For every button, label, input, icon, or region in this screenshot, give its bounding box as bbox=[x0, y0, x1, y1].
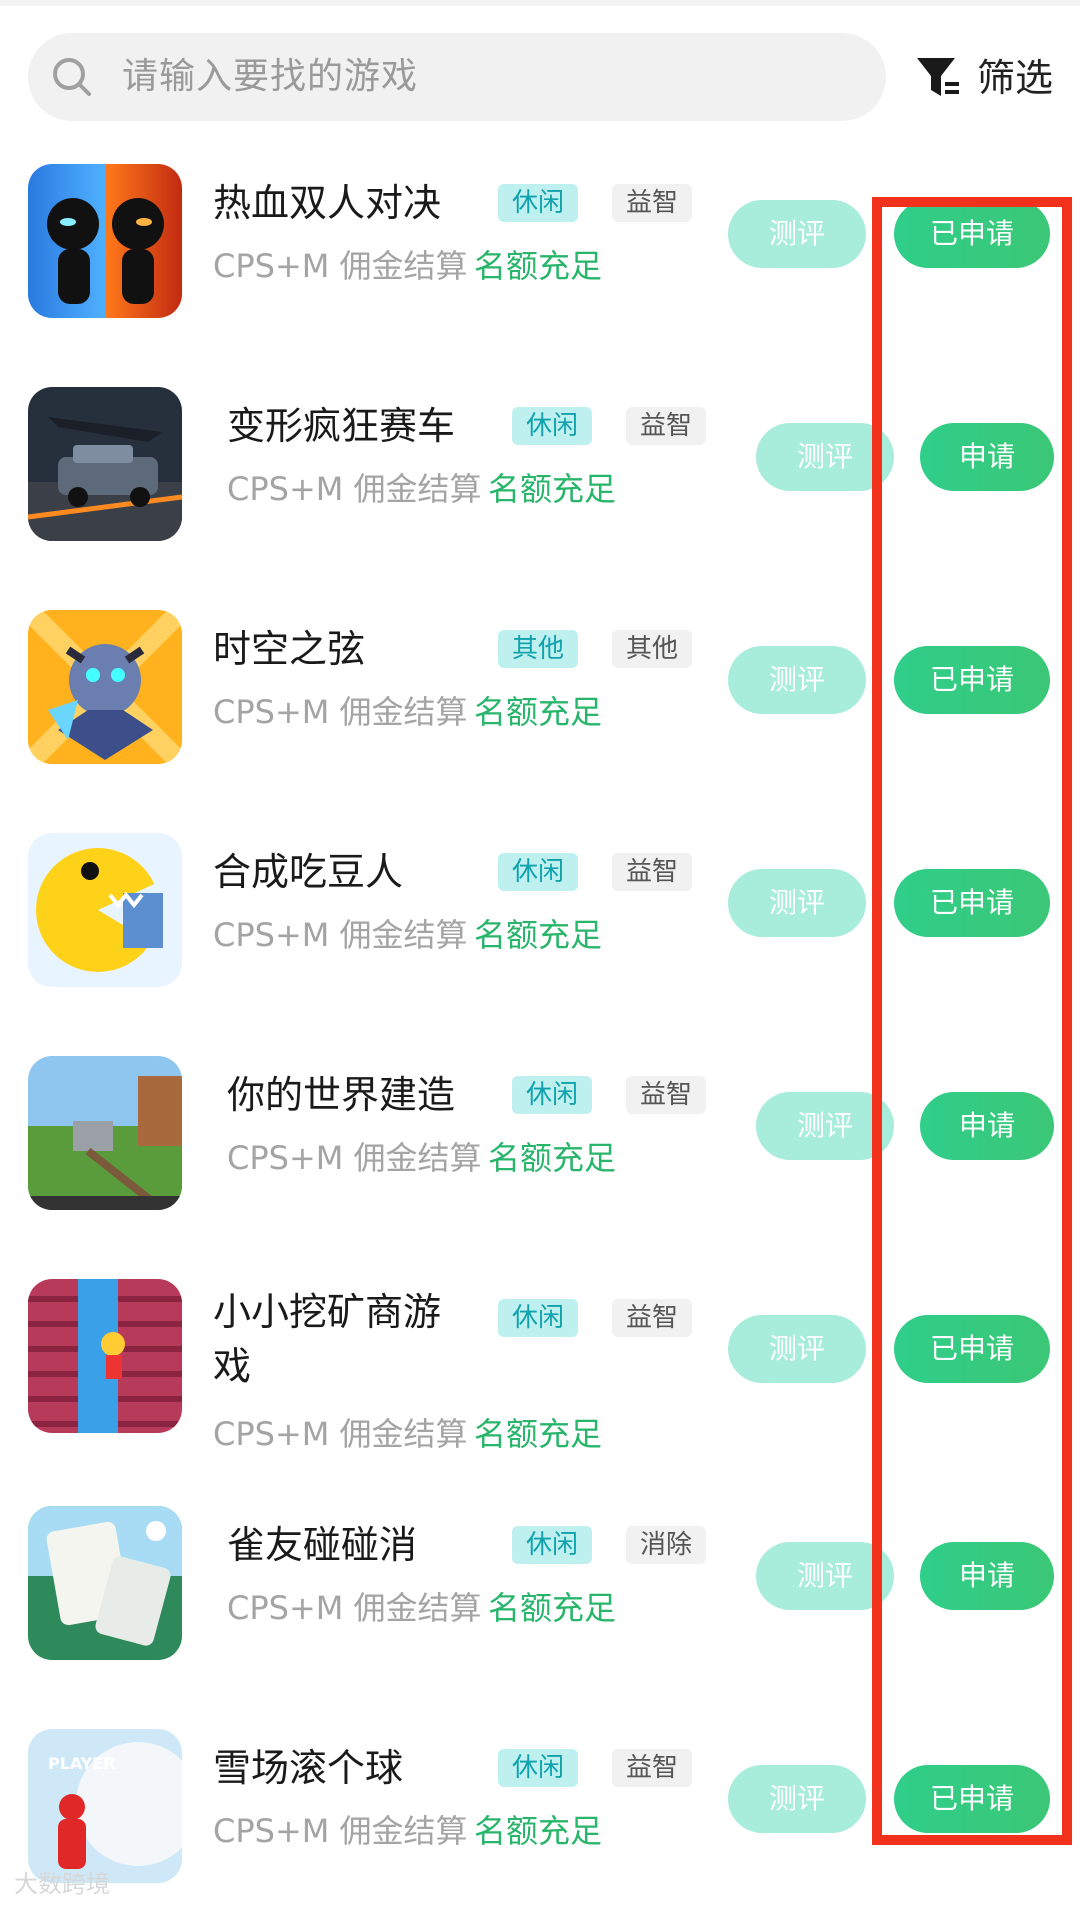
game-thumbnail[interactable]: PLAYER bbox=[28, 1729, 182, 1883]
tag-category: 益智 bbox=[612, 1299, 693, 1337]
review-button[interactable]: 测评 bbox=[728, 869, 866, 937]
game-thumbnail-image bbox=[28, 1506, 182, 1660]
quota-status: 名额充足 bbox=[474, 693, 603, 731]
quota-status: 名额充足 bbox=[488, 1139, 617, 1177]
game-thumbnail-image bbox=[28, 1279, 182, 1433]
settlement-text: CPS+M 佣金结算 bbox=[213, 693, 468, 731]
review-button[interactable]: 测评 bbox=[728, 1765, 866, 1833]
tag-genre: 休闲 bbox=[498, 184, 579, 222]
settlement-text: CPS+M 佣金结算 bbox=[213, 1812, 468, 1850]
tag-genre: 休闲 bbox=[512, 1076, 593, 1114]
tag-genre: 其他 bbox=[498, 630, 579, 668]
settlement-text: CPS+M 佣金结算 bbox=[227, 470, 482, 508]
tag-genre: 休闲 bbox=[498, 1299, 579, 1337]
tag-genre: 休闲 bbox=[512, 407, 593, 445]
filter-icon bbox=[917, 58, 959, 96]
search-placeholder: 请输入要找的游戏 bbox=[122, 56, 419, 97]
quota-status: 名额充足 bbox=[474, 247, 603, 285]
filter-label: 筛选 bbox=[977, 56, 1054, 100]
game-title-line2[interactable]: 戏 bbox=[213, 1341, 251, 1391]
game-thumbnail-image bbox=[28, 610, 182, 764]
tag-category: 益智 bbox=[612, 853, 693, 891]
settlement-text: CPS+M 佣金结算 bbox=[213, 247, 468, 285]
quota-status: 名额充足 bbox=[474, 916, 603, 954]
settlement-text: CPS+M 佣金结算 bbox=[227, 1139, 482, 1177]
review-button[interactable]: 测评 bbox=[728, 646, 866, 714]
game-title[interactable]: 雪场滚个球 bbox=[213, 1743, 403, 1793]
search-icon bbox=[53, 58, 91, 96]
quota-status: 名额充足 bbox=[474, 1415, 603, 1453]
tag-category: 消除 bbox=[626, 1526, 707, 1564]
game-list-page: 请输入要找的游戏 筛选 热血双人对决 休闲 益智 CPS+M 佣金结算 名额充足… bbox=[0, 0, 1080, 1906]
game-title[interactable]: 小小挖矿商游 bbox=[213, 1287, 441, 1337]
filter-button[interactable]: 筛选 bbox=[915, 50, 1065, 106]
svg-text:PLAYER: PLAYER bbox=[48, 1754, 116, 1773]
game-title[interactable]: 变形疯狂赛车 bbox=[227, 401, 455, 451]
game-title[interactable]: 热血双人对决 bbox=[213, 178, 441, 228]
quota-status: 名额充足 bbox=[488, 1589, 617, 1627]
game-thumbnail[interactable] bbox=[28, 610, 182, 764]
tag-category: 其他 bbox=[612, 630, 693, 668]
game-thumbnail-image: PLAYER bbox=[28, 1729, 182, 1883]
game-title[interactable]: 你的世界建造 bbox=[227, 1070, 455, 1120]
watermark: 大数跨境 bbox=[14, 1870, 110, 1898]
game-thumbnail[interactable] bbox=[28, 1279, 182, 1433]
top-divider bbox=[0, 0, 1080, 6]
game-thumbnail[interactable] bbox=[28, 1056, 182, 1210]
game-thumbnail-image bbox=[28, 833, 182, 987]
tag-category: 益智 bbox=[612, 184, 693, 222]
game-thumbnail[interactable] bbox=[28, 387, 182, 541]
tag-category: 益智 bbox=[626, 1076, 707, 1114]
game-title[interactable]: 雀友碰碰消 bbox=[227, 1520, 417, 1570]
review-button[interactable]: 测评 bbox=[728, 1315, 866, 1383]
game-thumbnail[interactable] bbox=[28, 164, 182, 318]
quota-status: 名额充足 bbox=[474, 1812, 603, 1850]
game-title[interactable]: 合成吃豆人 bbox=[213, 847, 403, 897]
tag-category: 益智 bbox=[612, 1749, 693, 1787]
tag-genre: 休闲 bbox=[498, 853, 579, 891]
highlight-annotation-box bbox=[872, 197, 1072, 1845]
game-thumbnail-image bbox=[28, 1056, 182, 1210]
game-thumbnail[interactable] bbox=[28, 833, 182, 987]
tag-category: 益智 bbox=[626, 407, 707, 445]
search-input[interactable]: 请输入要找的游戏 bbox=[28, 33, 886, 121]
settlement-text: CPS+M 佣金结算 bbox=[213, 916, 468, 954]
game-thumbnail[interactable] bbox=[28, 1506, 182, 1660]
tag-genre: 休闲 bbox=[498, 1749, 579, 1787]
tag-genre: 休闲 bbox=[512, 1526, 593, 1564]
game-title[interactable]: 时空之弦 bbox=[213, 624, 365, 674]
quota-status: 名额充足 bbox=[488, 470, 617, 508]
settlement-text: CPS+M 佣金结算 bbox=[227, 1589, 482, 1627]
game-thumbnail-image bbox=[28, 164, 182, 318]
review-button[interactable]: 测评 bbox=[728, 200, 866, 268]
game-thumbnail-image bbox=[28, 387, 182, 541]
settlement-text: CPS+M 佣金结算 bbox=[213, 1415, 468, 1453]
